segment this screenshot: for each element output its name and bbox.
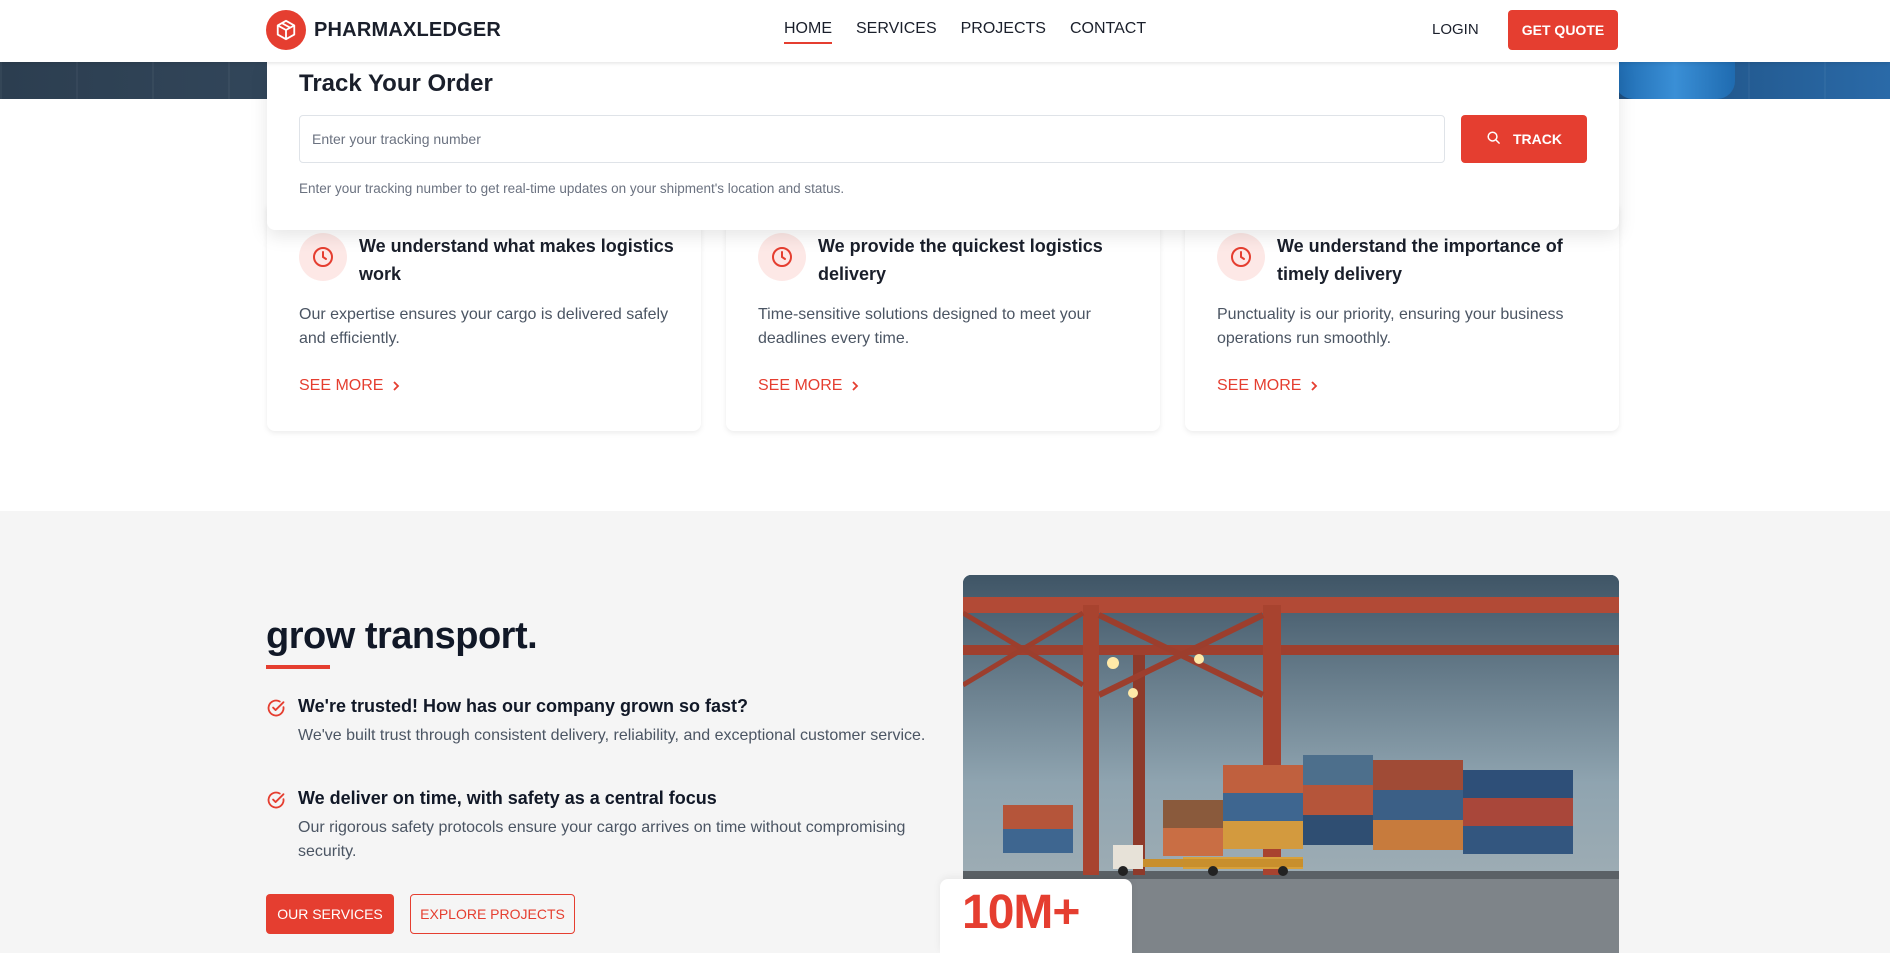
see-more-link[interactable]: SEE MORE [1217,377,1319,395]
feature-text: Our expertise ensures your cargo is deli… [299,306,669,347]
about-point-text: Our rigorous safety protocols ensure you… [298,819,906,860]
feature-title: We understand the importance of timely d… [1277,236,1563,284]
box-logo-icon [266,10,306,50]
feature-text: Time-sensitive solutions designed to mee… [758,306,1091,347]
about-point-text: We've built trust through consistent del… [298,727,926,744]
feature-text: Punctuality is our priority, ensuring yo… [1217,306,1564,347]
track-button[interactable]: TRACK [1461,115,1587,163]
chevron-right-icon [1311,381,1318,391]
clock-icon [758,233,806,281]
see-more-label: SEE MORE [1217,377,1302,394]
nav-contact[interactable]: CONTACT [1070,20,1146,44]
nav-projects[interactable]: PROJECTS [961,20,1046,44]
nav-home[interactable]: HOME [784,20,832,44]
our-services-button[interactable]: OUR SERVICES [266,894,394,934]
main-nav: HOME SERVICES PROJECTS CONTACT [784,20,1146,44]
clock-icon [1217,233,1265,281]
chevron-right-icon [852,381,859,391]
check-circle-icon [266,698,286,723]
feature-title: We understand what makes logistics work [359,236,674,284]
about-point-title: We deliver on time, with safety as a cen… [298,788,717,808]
see-more-link[interactable]: SEE MORE [758,377,860,395]
track-help-text: Enter your tracking number to get real-t… [299,181,845,196]
login-link[interactable]: LOGIN [1432,21,1479,38]
nav-services[interactable]: SERVICES [856,20,937,44]
about-section: grow transport. We're trusted! How has o… [0,511,1890,953]
clock-icon [299,233,347,281]
hero-image-tank [1615,62,1735,99]
see-more-label: SEE MORE [758,377,843,394]
stat-value: 10M+ [962,886,1080,939]
about-title: grow transport. [266,615,538,657]
check-circle-icon [266,790,286,815]
search-icon [1486,130,1501,148]
feature-card: We understand what makes logistics work … [267,205,701,431]
feature-title: We provide the quickest logistics delive… [818,236,1103,284]
track-order-title: Track Your Order [299,70,493,97]
see-more-link[interactable]: SEE MORE [299,377,401,395]
feature-card: We provide the quickest logistics delive… [726,205,1160,431]
get-quote-button[interactable]: GET QUOTE [1508,10,1618,50]
stat-card: 10M+ [940,879,1132,953]
track-order-card: Track Your Order TRACK Enter your tracki… [267,62,1619,230]
title-underline [266,665,330,669]
about-point-title: We're trusted! How has our company grown… [298,696,749,716]
track-button-label: TRACK [1513,131,1562,147]
feature-card: We understand the importance of timely d… [1185,205,1619,431]
brand-logo[interactable]: PHARMAXLEDGER [266,10,501,50]
brand-name: PHARMAXLEDGER [314,18,502,41]
chevron-right-icon [393,381,400,391]
tracking-number-input[interactable] [299,115,1445,163]
explore-projects-button[interactable]: EXPLORE PROJECTS [410,894,575,934]
site-header: PHARMAXLEDGER HOME SERVICES PROJECTS CON… [0,0,1890,62]
see-more-label: SEE MORE [299,377,384,394]
